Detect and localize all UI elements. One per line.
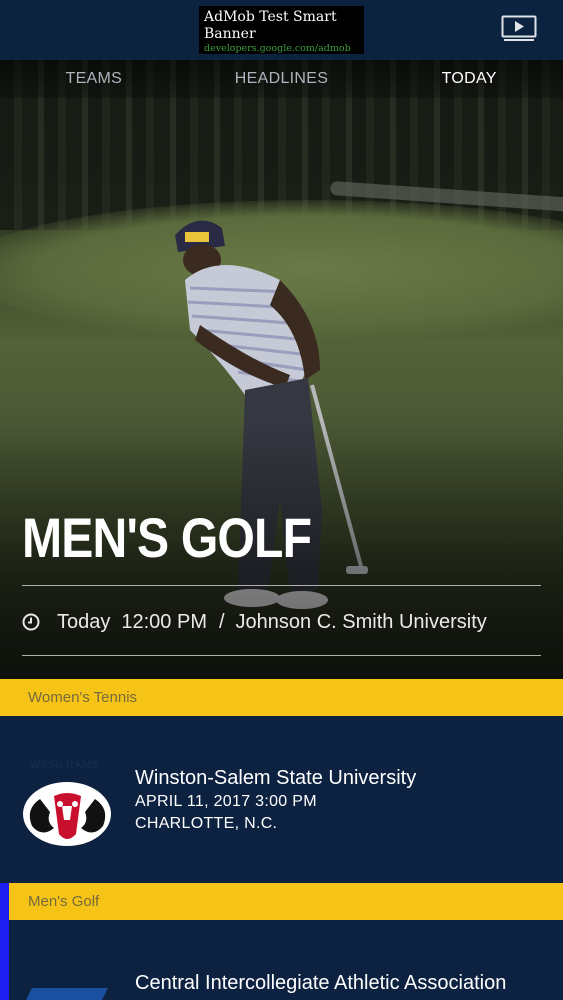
tab-today[interactable]: TODAY bbox=[375, 60, 563, 98]
event-opponent: Central Intercollegiate Athletic Associa… bbox=[135, 972, 507, 994]
divider-top bbox=[22, 585, 541, 586]
featured-sport-title: MEN'S GOLF bbox=[22, 506, 312, 569]
featured-location: Johnson C. Smith University bbox=[235, 610, 487, 633]
event-place: CHARLOTTE, N.C. bbox=[135, 815, 278, 832]
clock-icon bbox=[22, 613, 40, 631]
ram-logo-icon: WSSU RAMS bbox=[23, 759, 111, 846]
divider-bottom bbox=[22, 655, 541, 656]
ad-banner[interactable]: AdMob Test Smart Banner developers.googl… bbox=[199, 6, 364, 54]
featured-day: Today bbox=[57, 610, 111, 633]
tab-headlines[interactable]: HEADLINES bbox=[188, 60, 376, 98]
featured-event-info: Today 12:00 PM / Johnson C. Smith Univer… bbox=[22, 606, 496, 638]
section-header-mens-golf: Men's Golf bbox=[0, 883, 563, 920]
ad-url: developers.google.com/admob bbox=[204, 43, 351, 54]
section-header-womens-tennis: Women's Tennis bbox=[0, 679, 563, 716]
scroll-accent-bar bbox=[0, 883, 9, 1000]
event-opponent: Winston-Salem State University bbox=[135, 767, 417, 789]
event-date-time: APRIL 11, 2017 3:00 PM bbox=[135, 793, 317, 810]
event-card-wssu[interactable]: WSSU RAMS Winston-Salem State University… bbox=[0, 716, 563, 883]
tab-teams[interactable]: TEAMS bbox=[0, 60, 188, 98]
event-card-ciaa[interactable]: Central Intercollegiate Athletic Associa… bbox=[0, 920, 563, 1000]
featured-separator: / bbox=[218, 610, 225, 633]
ciaa-logo-icon bbox=[26, 988, 108, 1000]
hero-image[interactable] bbox=[0, 60, 563, 679]
section-sport-label: Women's Tennis bbox=[28, 689, 138, 706]
featured-time: 12:00 PM bbox=[121, 610, 207, 633]
tab-bar: TEAMS HEADLINES TODAY bbox=[0, 60, 563, 98]
tv-play-icon[interactable] bbox=[501, 15, 537, 43]
section-sport-label: Men's Golf bbox=[28, 893, 100, 910]
ad-title: AdMob Test Smart Banner bbox=[204, 9, 337, 42]
top-bar: AdMob Test Smart Banner developers.googl… bbox=[0, 0, 563, 60]
svg-text:WSSU RAMS: WSSU RAMS bbox=[30, 759, 98, 771]
